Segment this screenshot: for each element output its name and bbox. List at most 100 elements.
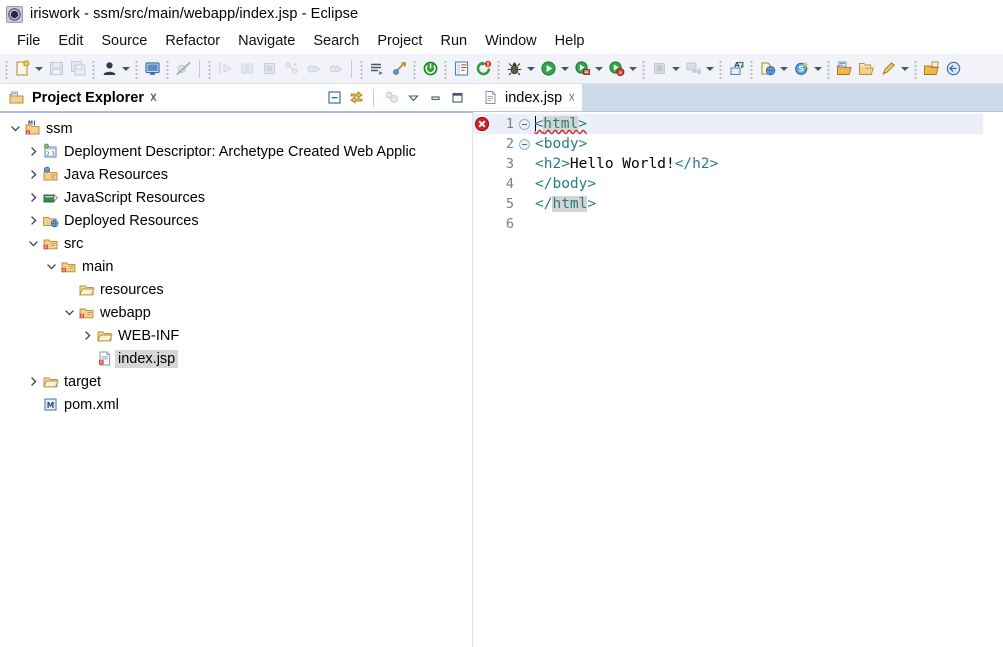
tree-item-deployed-resources[interactable]: Deployed Resources — [0, 209, 472, 232]
toolbar-drag-handle[interactable] — [443, 58, 448, 79]
run-dropdown-arrow[interactable] — [559, 59, 570, 79]
next-annotation-icon[interactable] — [367, 59, 387, 79]
code-line[interactable] — [531, 214, 983, 234]
toolbar-drag-handle[interactable] — [749, 58, 754, 79]
toolbar-drag-handle[interactable] — [496, 58, 501, 79]
toolbar-drag-handle[interactable] — [91, 58, 96, 79]
coverage-dropdown-arrow[interactable] — [627, 59, 638, 79]
run-server-icon[interactable] — [572, 59, 592, 79]
tree-item-src[interactable]: x src — [0, 232, 472, 255]
toolbar-drag-handle[interactable] — [718, 58, 723, 79]
fold-collapse-icon[interactable] — [517, 114, 531, 134]
toolbar-drag-handle[interactable] — [165, 58, 170, 79]
code-line[interactable]: </html> — [531, 194, 983, 214]
new-web-project-dropdown-arrow[interactable] — [778, 59, 789, 79]
toolbar-drag-handle[interactable] — [641, 58, 646, 79]
tree-item-pom-xml[interactable]: Mpom.xml — [0, 393, 472, 416]
tree-item-deployment-descriptor-archetype-created-web-applic[interactable]: 2.3 Deployment Descriptor: Archetype Crea… — [0, 140, 472, 163]
view-menu-icon[interactable] — [403, 88, 423, 108]
menu-refactor[interactable]: Refactor — [156, 31, 229, 51]
tree-item-webapp[interactable]: x webapp — [0, 301, 472, 324]
menu-window[interactable]: Window — [476, 31, 546, 51]
toolbar-drag-handle[interactable] — [359, 58, 364, 79]
tree-item-index-jsp[interactable]: x index.jsp — [0, 347, 472, 370]
start-server-icon[interactable] — [420, 59, 440, 79]
tab-project-explorer[interactable]: Project Explorer ☓ — [0, 84, 161, 111]
menu-source[interactable]: Source — [92, 31, 156, 51]
chevron-right-icon[interactable] — [26, 140, 41, 163]
coverage-icon[interactable]: a — [606, 59, 626, 79]
code-line[interactable]: <body> — [531, 134, 983, 154]
tree-item-main[interactable]: x main — [0, 255, 472, 278]
tree-item-target[interactable]: target — [0, 370, 472, 393]
run-icon[interactable] — [538, 59, 558, 79]
previous-edit-icon[interactable] — [943, 59, 963, 79]
open-perspective-icon[interactable] — [921, 59, 941, 79]
fold-collapse-icon[interactable] — [517, 134, 531, 154]
tree-item-web-inf[interactable]: WEB-INF — [0, 324, 472, 347]
user-profile-icon[interactable] — [99, 59, 119, 79]
code-line[interactable]: </body> — [531, 174, 983, 194]
search-task-dropdown-arrow[interactable] — [899, 59, 910, 79]
collapse-all-icon[interactable] — [324, 88, 344, 108]
user-profile-dropdown-arrow[interactable] — [120, 59, 131, 79]
toolbar-drag-handle[interactable] — [826, 58, 831, 79]
menu-edit[interactable]: Edit — [49, 31, 92, 51]
menu-file[interactable]: File — [8, 31, 49, 51]
external-tools-dropdown-arrow[interactable] — [704, 59, 715, 79]
new-javascript-icon[interactable]: S — [791, 59, 811, 79]
toolbar-drag-handle[interactable] — [207, 58, 212, 79]
tree-item-java-resources[interactable]: Java Resources — [0, 163, 472, 186]
chevron-down-icon[interactable] — [62, 301, 77, 324]
previous-annotation-icon[interactable] — [389, 59, 409, 79]
chevron-down-icon[interactable] — [26, 232, 41, 255]
toolbar-drag-handle[interactable] — [412, 58, 417, 79]
toolbar-drag-handle[interactable] — [4, 58, 9, 79]
chevron-right-icon[interactable] — [80, 324, 95, 347]
maximize-view-icon[interactable] — [447, 88, 467, 108]
new-web-project-icon[interactable] — [757, 59, 777, 79]
restore-icon[interactable] — [473, 59, 493, 79]
editor-marker-ruler[interactable] — [473, 112, 491, 647]
tab-index-jsp[interactable]: index.jsp ☓ — [473, 84, 583, 111]
menu-help[interactable]: Help — [546, 31, 594, 51]
link-with-editor-icon[interactable] — [346, 88, 366, 108]
chevron-right-icon[interactable] — [26, 186, 41, 209]
close-icon[interactable]: ☓ — [150, 91, 157, 104]
new-file-dropdown-arrow[interactable] — [33, 59, 44, 79]
chevron-down-icon[interactable] — [8, 117, 23, 140]
tree-item-ssm[interactable]: M Jx ssm — [0, 117, 472, 140]
chevron-right-icon[interactable] — [26, 209, 41, 232]
editor-folding-ruler[interactable] — [517, 112, 531, 647]
toggle-mark-occurrences-icon[interactable] — [451, 59, 471, 79]
debug-icon[interactable] — [504, 59, 524, 79]
code-line[interactable]: <h2>Hello World!</h2> — [531, 154, 983, 174]
open-type-icon[interactable] — [834, 59, 854, 79]
toolbar-drag-handle[interactable] — [134, 58, 139, 79]
console-icon[interactable] — [142, 59, 162, 79]
tree-item-javascript-resources[interactable]: JavaScript Resources — [0, 186, 472, 209]
menu-navigate[interactable]: Navigate — [229, 31, 304, 51]
code-line[interactable]: <html> — [531, 114, 983, 134]
menu-project[interactable]: Project — [368, 31, 431, 51]
new-javascript-dropdown-arrow[interactable] — [812, 59, 823, 79]
menu-search[interactable]: Search — [304, 31, 368, 51]
new-file-icon[interactable] — [12, 59, 32, 79]
chevron-right-icon[interactable] — [26, 370, 41, 393]
open-task-icon[interactable] — [856, 59, 876, 79]
minimize-view-icon[interactable] — [425, 88, 445, 108]
tree-item-resources[interactable]: resources — [0, 278, 472, 301]
editor-text-area[interactable]: 123456 <html> <body> <h2>Hello World!</h2>… — [473, 112, 1003, 647]
error-marker-icon[interactable] — [473, 114, 491, 134]
close-icon[interactable]: ☓ — [568, 91, 575, 104]
new-java-class-icon[interactable]: A — [726, 59, 746, 79]
chevron-down-icon[interactable] — [44, 255, 59, 278]
stop-dropdown-arrow[interactable] — [670, 59, 681, 79]
menu-run[interactable]: Run — [431, 31, 476, 51]
search-task-icon[interactable] — [878, 59, 898, 79]
editor-source-code[interactable]: <html> <body> <h2>Hello World!</h2> </body>… — [531, 112, 983, 647]
chevron-right-icon[interactable] — [26, 163, 41, 186]
debug-dropdown-arrow[interactable] — [525, 59, 536, 79]
focus-on-active-task-icon[interactable] — [381, 88, 401, 108]
run-server-dropdown-arrow[interactable] — [593, 59, 604, 79]
